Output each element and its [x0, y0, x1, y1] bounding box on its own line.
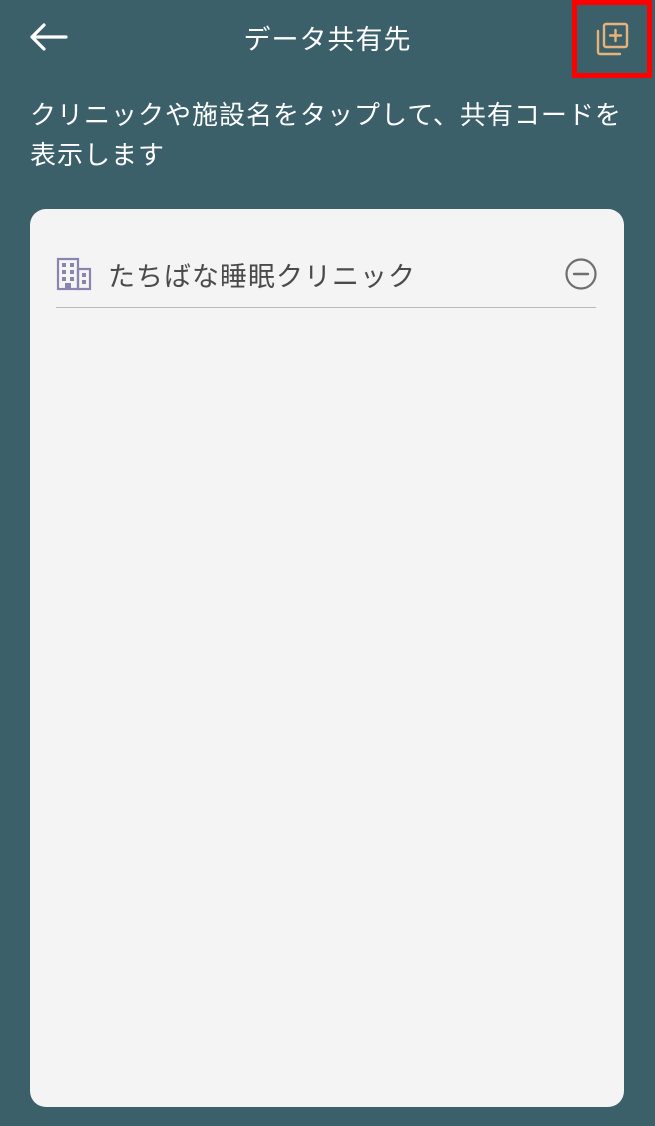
add-share-destination-button[interactable]: [586, 13, 638, 65]
page-title: データ共有先: [243, 25, 412, 56]
clinic-list-card: たちばな睡眠クリニック: [30, 209, 624, 1107]
add-to-library-icon: [596, 22, 629, 56]
list-item-clinic[interactable]: たちばな睡眠クリニック: [56, 241, 598, 308]
clinic-name: たちばな睡眠クリニック: [108, 262, 416, 293]
instruction-text: クリニックや施設名をタップして、共有コードを表示します: [30, 101, 622, 171]
add-button-highlight: [572, 0, 652, 78]
app-header: データ共有先: [0, 0, 655, 78]
building-icon: [56, 257, 92, 291]
minus-circle-icon[interactable]: [564, 257, 598, 291]
